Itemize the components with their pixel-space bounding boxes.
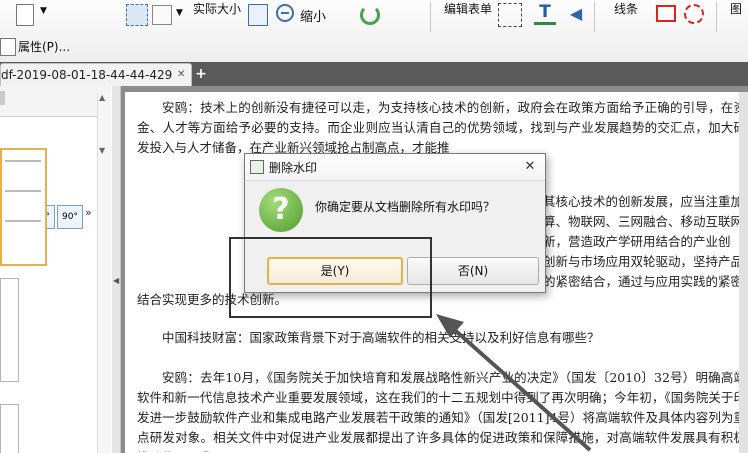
zoom-out-button[interactable]: 缩小: [300, 6, 326, 25]
annotation-arrow-line: [446, 322, 592, 452]
dialog-message: 你确定要从文档删除所有水印吗？: [315, 200, 496, 214]
dialog-title: 删除水印: [269, 161, 318, 175]
dialog-close-button[interactable]: ✕: [521, 158, 539, 176]
panel-toolbar: [0, 86, 111, 117]
rectangle-tool-icon[interactable]: [656, 5, 676, 22]
paragraph-1: 安鸥：技术上的创新没有捷径可以走，为支持核心技术的创新，政府会在政策方面给予正确…: [137, 100, 746, 155]
document-tab[interactable]: df-2019-08-01-18-44-44-429 ✕: [0, 63, 192, 86]
paragraph-2-line-2: 算、物联网、三网融合、移动互联网: [543, 214, 744, 229]
actual-size-button[interactable]: 实际大小: [193, 0, 241, 17]
paragraph-2-line-4: 创新与市场应用双轮驱动，坚持产品: [543, 254, 744, 269]
panel-scroll-left-icon[interactable]: [0, 91, 5, 105]
polygon-tool-icon[interactable]: [684, 4, 704, 24]
toolbar-divider: [430, 2, 431, 32]
thumbnail-panel: 90° 90° » ▲: [0, 86, 113, 453]
panel-more-icon[interactable]: »: [85, 206, 92, 219]
text-color-icon[interactable]: T: [534, 3, 556, 25]
toolbar-divider: [716, 2, 717, 32]
main-toolbar: ▼ ▼ 实际大小 缩小 编辑表单 T ◀ 线条 图 属性(P)...: [0, 0, 748, 63]
page-thumbnail-selected[interactable]: [0, 148, 47, 266]
new-document-icon[interactable]: [16, 4, 34, 26]
dialog-app-icon: [250, 160, 264, 174]
toolbar-divider: [594, 2, 595, 32]
select-tool-icon[interactable]: [126, 4, 148, 26]
fit-page-icon[interactable]: [248, 4, 268, 26]
paragraph-2-line-3: 新，营造政产学研用结合的产业创: [543, 234, 731, 249]
lines-label: 线条: [614, 2, 639, 16]
annotation-highlight-box: [229, 237, 432, 318]
properties-button[interactable]: 属性(P)...: [18, 38, 70, 55]
collapse-panel-icon[interactable]: ◀: [113, 276, 119, 285]
snapshot-icon[interactable]: [152, 5, 172, 25]
text-field-icon[interactable]: [498, 3, 522, 27]
panel-splitter[interactable]: ◀: [112, 86, 121, 453]
rotate-right-thumbnail-icon[interactable]: 90°: [57, 205, 83, 229]
dialog-title-bar[interactable]: 删除水印 ✕: [245, 154, 545, 181]
tab-close-icon[interactable]: ✕: [177, 64, 185, 86]
scroll-up-icon[interactable]: ▲: [99, 93, 105, 102]
paragraph-2-right: 其核心技术的创新发展，应当注重加: [543, 194, 744, 209]
annotation-arrow: [436, 314, 592, 452]
speaker-icon[interactable]: ◀: [566, 4, 586, 24]
edit-form-label: 编辑表单: [444, 2, 493, 16]
panel-scroll-down-icon[interactable]: ▼: [99, 146, 105, 155]
properties-icon[interactable]: [0, 38, 16, 56]
new-dropdown-icon[interactable]: ▼: [40, 6, 47, 16]
page-thumbnail[interactable]: [0, 404, 19, 453]
zoom-out-icon[interactable]: [276, 4, 294, 22]
document-tab-title: df-2019-08-01-18-44-44-429: [1, 68, 173, 82]
image-tool-label[interactable]: 图: [730, 0, 742, 17]
rotate-icon[interactable]: [360, 5, 380, 25]
paragraph-2-line-5: 的紧密结合，通过与应用实践的紧密: [543, 274, 744, 289]
snapshot-dropdown-icon[interactable]: ▼: [176, 8, 183, 18]
question-icon: ?: [259, 188, 303, 232]
page-thumbnail[interactable]: [0, 278, 19, 382]
new-tab-button[interactable]: +: [194, 66, 208, 82]
